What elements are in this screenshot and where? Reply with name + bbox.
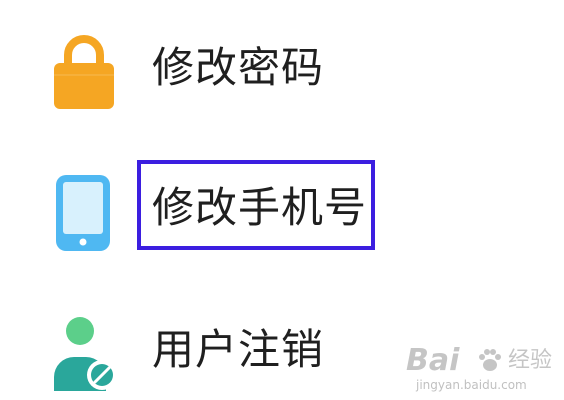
paw-icon bbox=[476, 346, 504, 374]
lock-icon bbox=[48, 31, 120, 111]
menu-item-label: 修改密码 bbox=[152, 43, 325, 92]
watermark-url: jingyan.baidu.com bbox=[416, 378, 527, 392]
menu-item-change-phone[interactable]: 修改手机号 bbox=[0, 155, 564, 265]
menu-item-change-password[interactable]: 修改密码 bbox=[0, 15, 564, 125]
watermark-brand: Bai bbox=[406, 343, 460, 378]
user-cancel-icon bbox=[48, 313, 120, 393]
menu-item-label: 修改手机号 bbox=[152, 183, 368, 232]
watermark-jingyan: 经验 bbox=[508, 348, 553, 373]
settings-screen: 修改密码 修改手机号 用户注销 Bai 经验 jingyan.baidu.com bbox=[0, 0, 564, 400]
phone-icon bbox=[48, 171, 120, 251]
baidu-jingyan-watermark: Bai 经验 jingyan.baidu.com bbox=[406, 344, 556, 394]
menu-item-label: 用户注销 bbox=[152, 325, 325, 374]
